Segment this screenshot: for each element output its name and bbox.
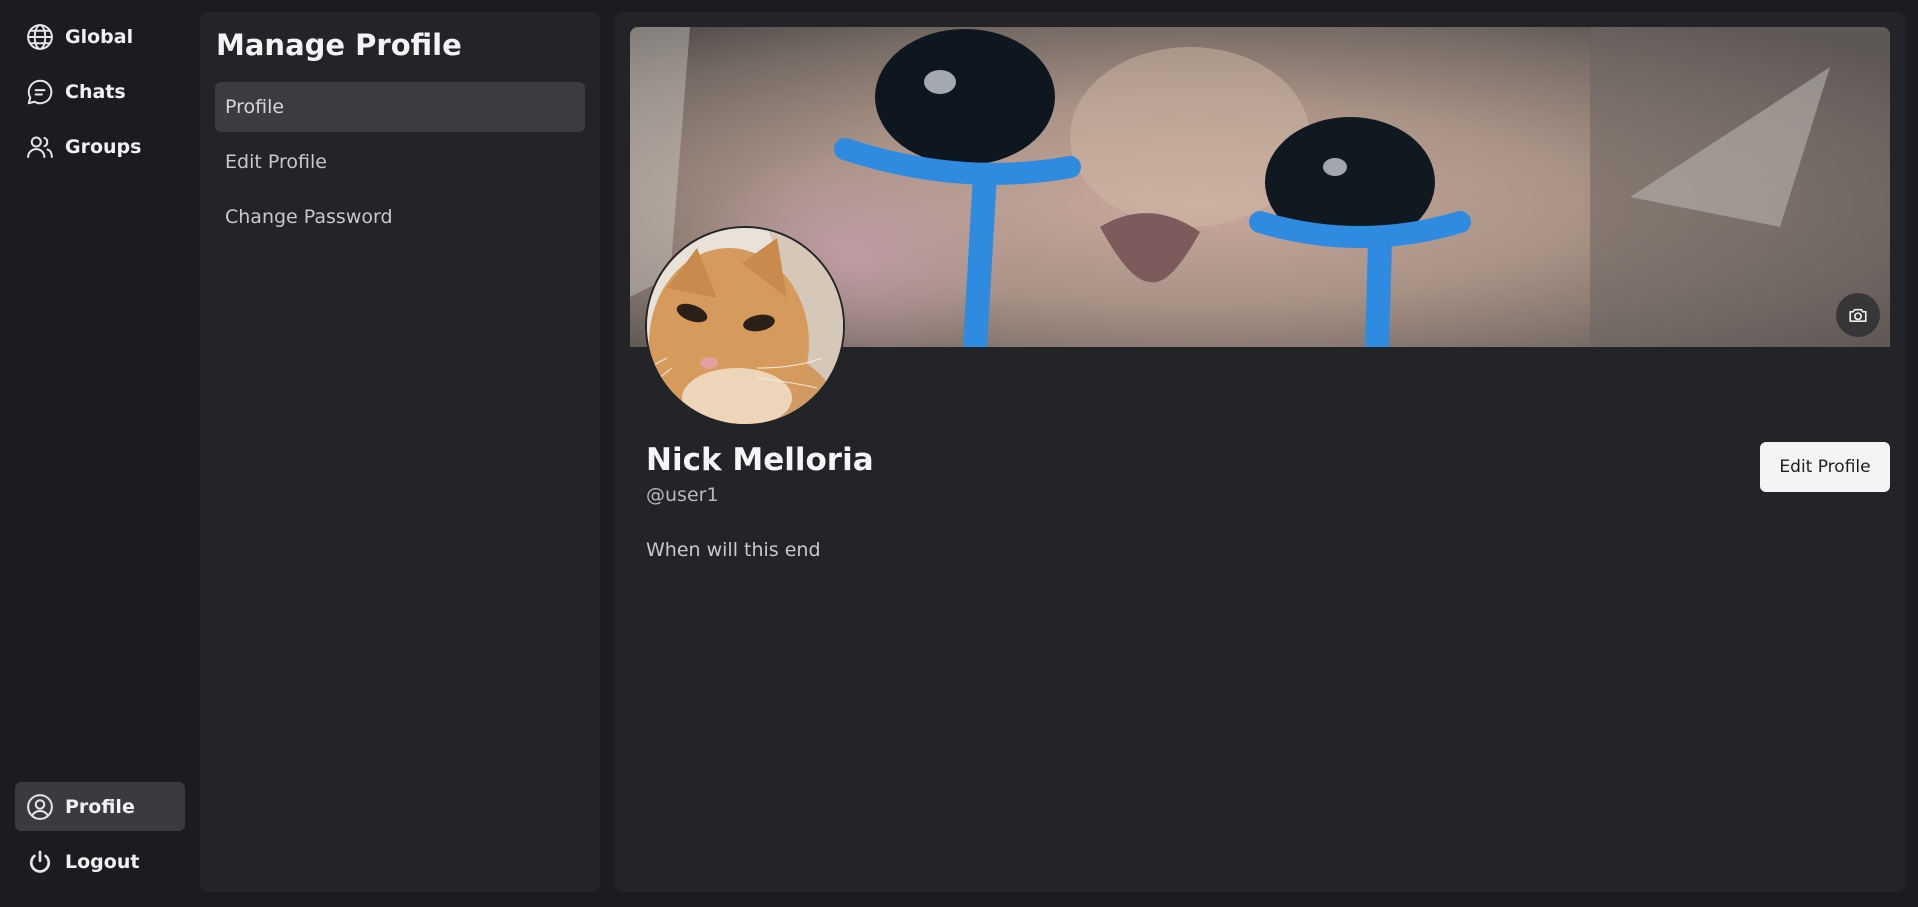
user-circle-icon: [25, 792, 55, 822]
nav-item-profile[interactable]: Profile: [15, 782, 185, 831]
nav-item-label: Groups: [65, 135, 142, 158]
nav-item-global[interactable]: Global: [15, 12, 185, 61]
profile-bio: When will this end: [646, 539, 821, 561]
panel-title: Manage Profile: [216, 28, 462, 62]
camera-icon: [1847, 304, 1869, 326]
menu-item-profile[interactable]: Profile: [215, 82, 585, 132]
avatar-image: [647, 228, 843, 424]
nav-item-label: Global: [65, 25, 134, 48]
menu-item-change-password[interactable]: Change Password: [215, 192, 585, 242]
power-icon: [25, 847, 55, 877]
nav-item-logout[interactable]: Logout: [15, 837, 185, 886]
nav-item-label: Chats: [65, 80, 126, 103]
manage-profile-panel: Manage Profile Profile Edit Profile Chan…: [200, 12, 600, 892]
profile-main: Nick Melloria @user1 When will this end …: [615, 12, 1905, 892]
main-nav: Global Chats Groups Profile Logout: [0, 0, 195, 907]
edit-profile-button[interactable]: Edit Profile: [1760, 442, 1890, 492]
profile-handle: @user1: [646, 484, 719, 506]
change-banner-button[interactable]: [1836, 293, 1880, 337]
nav-item-label: Logout: [65, 850, 140, 873]
avatar: [645, 226, 845, 426]
nav-item-chats[interactable]: Chats: [15, 67, 185, 116]
chat-bubble-icon: [25, 77, 55, 107]
nav-item-label: Profile: [65, 795, 135, 818]
globe-icon: [25, 22, 55, 52]
app-root: Global Chats Groups Profile Logout Manag…: [0, 0, 1918, 907]
profile-name: Nick Melloria: [646, 442, 874, 478]
users-icon: [25, 132, 55, 162]
nav-item-groups[interactable]: Groups: [15, 122, 185, 171]
menu-item-edit-profile[interactable]: Edit Profile: [215, 137, 585, 187]
